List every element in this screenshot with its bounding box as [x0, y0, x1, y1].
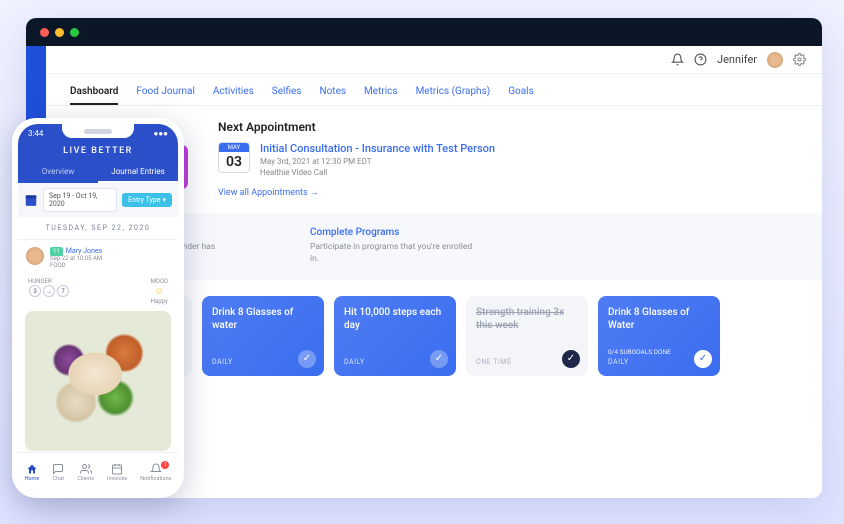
tab-dashboard[interactable]: Dashboard [70, 80, 118, 105]
nav-home[interactable]: Home [24, 463, 39, 482]
smile-icon: ☺ [154, 286, 164, 297]
tab-metrics[interactable]: Metrics [364, 80, 398, 105]
nav-notifications[interactable]: 1Notifications [140, 463, 171, 482]
nav-tabs: Dashboard Food Journal Activities Selfie… [46, 74, 822, 106]
check-icon[interactable]: ✓ [694, 350, 712, 368]
tab-goals[interactable]: Goals [508, 80, 534, 105]
phone-mockup: 3:44 ●●● LIVE BETTER Overview Journal En… [12, 118, 184, 498]
date-range-input[interactable]: Sep 19 - Oct 19, 2020 [43, 188, 117, 212]
tab-metrics-graphs[interactable]: Metrics (Graphs) [416, 80, 491, 105]
appointment-when: May 3rd, 2021 at 12:30 PM EDT [260, 157, 495, 166]
check-icon[interactable]: ✓ [430, 350, 448, 368]
gear-icon[interactable] [793, 53, 806, 66]
avatar[interactable] [767, 52, 783, 68]
close-dot[interactable] [40, 28, 49, 37]
browser-titlebar [26, 18, 822, 46]
goal-card[interactable]: Hit 10,000 steps each day DAILY ✓ [334, 296, 456, 376]
phone-bottom-nav: Home Chat Clients Invoices 1Notification… [18, 452, 178, 492]
entry-avatar [26, 247, 44, 265]
section-programs-body: Participate in programs that you're enro… [310, 242, 480, 266]
appointment-name[interactable]: Initial Consultation - Insurance with Te… [260, 142, 495, 155]
check-icon[interactable]: ✓ [298, 350, 316, 368]
goal-card[interactable]: Strength training 3x this week ONE TIME … [466, 296, 588, 376]
minimize-dot[interactable] [55, 28, 64, 37]
tab-activities[interactable]: Activities [213, 80, 254, 105]
view-all-appointments-link[interactable]: View all Appointments → [218, 187, 319, 198]
tab-food-journal[interactable]: Food Journal [136, 80, 194, 105]
entry-type-button[interactable]: Entry Type ▾ [122, 193, 172, 207]
calendar-icon[interactable] [24, 193, 38, 207]
check-icon[interactable]: ✓ [562, 350, 580, 368]
phone-tab-journal[interactable]: Journal Entries [98, 162, 178, 183]
bell-icon[interactable] [671, 53, 684, 66]
appointment-date: MAY 03 [218, 142, 250, 173]
tab-notes[interactable]: Notes [319, 80, 346, 105]
help-icon[interactable] [694, 53, 707, 66]
day-header: TUESDAY, SEP 22, 2020 [18, 217, 178, 240]
goal-card[interactable]: Drink 8 Glasses of water DAILY ✓ [202, 296, 324, 376]
maximize-dot[interactable] [70, 28, 79, 37]
phone-notch [62, 124, 134, 138]
phone-app-title: LIVE BETTER [18, 142, 178, 162]
food-photo[interactable] [25, 311, 171, 451]
signal-icon: ●●● [154, 129, 169, 138]
nav-chat[interactable]: Chat [52, 463, 64, 482]
nav-invoices[interactable]: Invoices [107, 463, 127, 482]
tab-selfies[interactable]: Selfies [272, 80, 302, 105]
phone-tab-overview[interactable]: Overview [18, 162, 98, 183]
appointment-type: Healthie Video Call [260, 168, 495, 177]
hunger-scale: 3→7 [28, 285, 70, 297]
section-programs-title[interactable]: Complete Programs [310, 227, 480, 238]
journal-entry[interactable]: 11Mary Jones Sep 22 at 10:05 AM FOOD [18, 240, 178, 276]
user-name[interactable]: Jennifer [717, 53, 757, 66]
next-appointment-heading: Next Appointment [218, 120, 798, 134]
nav-clients[interactable]: Clients [77, 463, 94, 482]
goal-card[interactable]: Drink 8 Glasses of Water 0/4 SUBGOALS DO… [598, 296, 720, 376]
